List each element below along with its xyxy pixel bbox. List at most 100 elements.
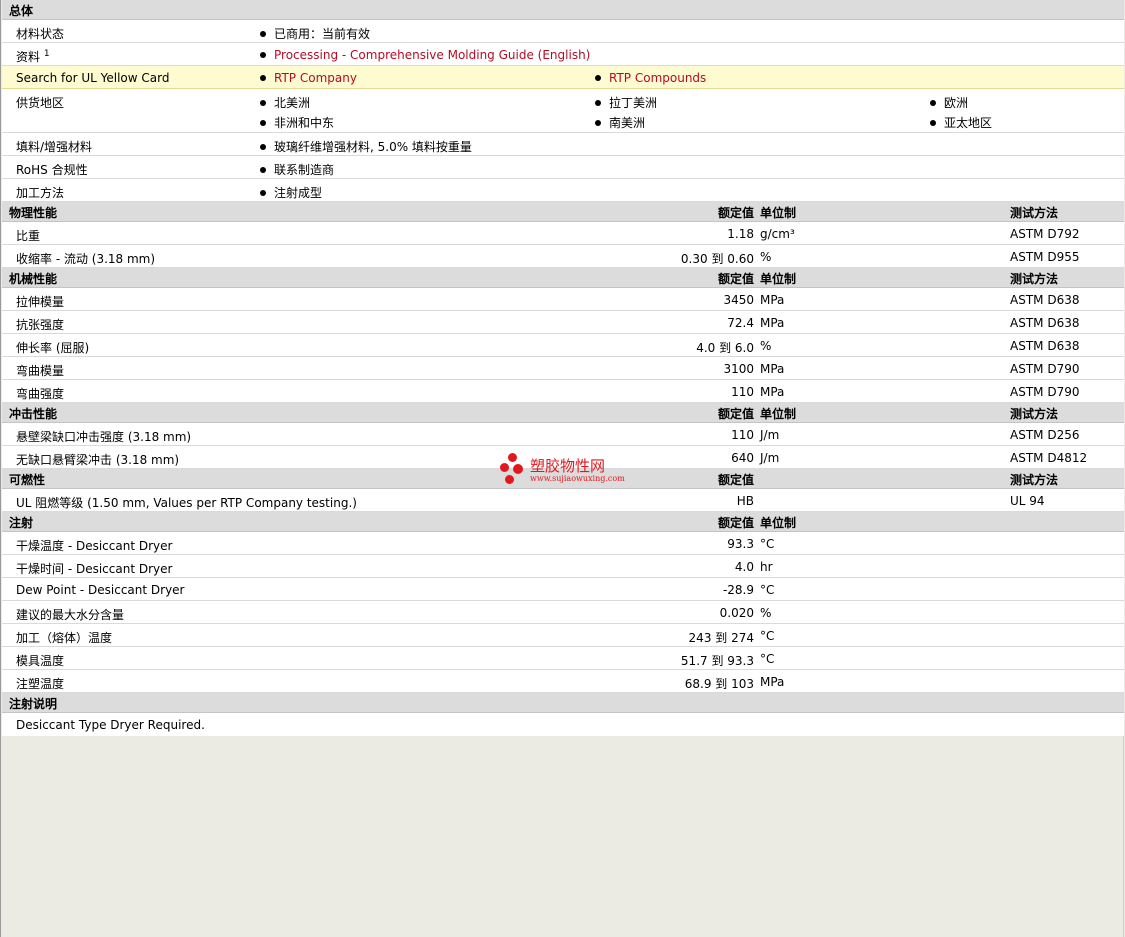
header-rated: 额定值 <box>717 272 754 286</box>
row-filler: 填料/增强材料 玻璃纤维增强材料, 5.0% 填料按重量 <box>2 133 1124 156</box>
note-row: Desiccant Type Dryer Required. <box>2 713 1124 736</box>
property-unit: % <box>760 606 772 620</box>
property-row: 伸长率 (屈服) 4.0 到 6.0% ASTM D638 <box>2 334 1124 357</box>
property-method: ASTM D4812 <box>1010 451 1088 465</box>
row-ul-yellow-card: Search for UL Yellow Card RTP Company RT… <box>2 66 1124 89</box>
property-method: ASTM D790 <box>1010 362 1080 376</box>
property-unit: MPa <box>760 316 785 330</box>
row-label: 填料/增强材料 <box>16 140 93 154</box>
property-row: 干燥温度 - Desiccant Dryer 93.3 °C <box>2 532 1124 555</box>
bullet-icon <box>260 52 266 58</box>
property-row: 悬壁梁缺口冲击强度 (3.18 mm) 110 J/m ASTM D256 <box>2 423 1124 446</box>
section-impact: 冲击性能 额定值 单位制 测试方法 <box>2 403 1124 423</box>
property-value: HB <box>736 494 754 508</box>
logo-dot-icon <box>513 464 523 474</box>
header-unit: 单位制 <box>760 407 797 421</box>
property-name: 抗张强度 <box>16 318 65 332</box>
property-name: 比重 <box>16 229 41 243</box>
header-method: 测试方法 <box>1010 407 1059 421</box>
property-row: 弯曲强度 110 MPa ASTM D790 <box>2 380 1124 403</box>
property-row: 注塑温度 68.9 到 103 MPa <box>2 670 1124 693</box>
property-name: 干燥时间 - Desiccant Dryer <box>16 562 173 576</box>
region-item: 亚太地区 <box>930 114 992 131</box>
property-name: Dew Point - Desiccant Dryer <box>16 583 185 597</box>
property-unit: MPa <box>760 385 785 399</box>
property-row: 干燥时间 - Desiccant Dryer 4.0 hr <box>2 555 1124 578</box>
property-name: 建议的最大水分含量 <box>16 608 125 622</box>
header-rated: 额定值 <box>717 206 754 220</box>
property-value: 72.4 <box>727 316 754 330</box>
logo-dot-icon <box>508 453 517 462</box>
property-method: ASTM D638 <box>1010 339 1080 353</box>
property-name: 拉伸模量 <box>16 295 65 309</box>
section-title: 冲击性能 <box>9 407 58 421</box>
section-title: 总体 <box>9 4 34 18</box>
bullet-icon <box>595 100 601 106</box>
property-value: 68.9 到 103 <box>684 677 754 691</box>
rohs-value: 联系制造商 <box>260 161 334 178</box>
property-row: 比重 1.18 g/cm³ ASTM D792 <box>2 222 1124 245</box>
section-physical: 物理性能 额定值 单位制 测试方法 <box>2 202 1124 222</box>
row-label: 供货地区 <box>16 96 65 110</box>
header-rated: 额定值 <box>717 516 754 530</box>
property-unit: J/m <box>760 451 780 465</box>
row-label: RoHS 合规性 <box>16 163 88 177</box>
property-name: UL 阻燃等级 (1.50 mm, Values per RTP Company… <box>16 496 357 510</box>
bullet-icon <box>930 120 936 126</box>
property-row: 加工（熔体）温度 243 到 274 °C <box>2 624 1124 647</box>
property-method: ASTM D790 <box>1010 385 1080 399</box>
property-name: 伸长率 (屈服) <box>16 341 90 355</box>
row-supply-region: 供货地区 北美洲 拉丁美洲 欧洲 非洲和中东 南美洲 亚太地区 <box>2 89 1124 133</box>
rtp-compounds-link[interactable]: RTP Compounds <box>595 71 706 85</box>
section-title: 注射 <box>9 516 34 530</box>
property-row: 抗张强度 72.4 MPa ASTM D638 <box>2 311 1124 334</box>
property-method: ASTM D638 <box>1010 316 1080 330</box>
bullet-icon <box>260 100 266 106</box>
region-item: 非洲和中东 <box>260 114 334 131</box>
property-value: 3450 <box>723 293 754 307</box>
bullet-icon <box>260 144 266 150</box>
property-value: -28.9 <box>722 583 754 597</box>
property-unit: °C <box>760 537 775 551</box>
row-rohs: RoHS 合规性 联系制造商 <box>2 156 1124 179</box>
property-unit: °C <box>760 652 775 666</box>
property-unit: hr <box>760 560 773 574</box>
property-method: ASTM D955 <box>1010 250 1080 264</box>
property-value: 0.020 <box>719 606 754 620</box>
row-label: 资料 1 <box>16 49 50 64</box>
bullet-icon <box>930 100 936 106</box>
property-value: 4.0 <box>734 560 754 574</box>
property-name: 干燥温度 - Desiccant Dryer <box>16 539 173 553</box>
bullet-icon <box>595 75 601 81</box>
property-unit: g/cm³ <box>760 227 795 241</box>
region-item: 欧洲 <box>930 94 968 111</box>
bullet-icon <box>260 75 266 81</box>
property-method: ASTM D792 <box>1010 227 1080 241</box>
rtp-company-link[interactable]: RTP Company <box>260 71 357 85</box>
bullet-icon <box>260 120 266 126</box>
property-value: 243 到 274 <box>688 631 754 645</box>
property-value: 93.3 <box>727 537 754 551</box>
section-general: 总体 <box>2 0 1124 20</box>
bullet-icon <box>260 190 266 196</box>
property-unit: MPa <box>760 675 785 689</box>
property-row: 弯曲模量 3100 MPa ASTM D790 <box>2 357 1124 380</box>
region-item: 北美洲 <box>260 94 310 111</box>
watermark-logo: 塑胶物性网 www.sujiaowuxing.com <box>500 453 640 487</box>
row-label: 材料状态 <box>16 27 65 41</box>
property-unit: MPa <box>760 362 785 376</box>
section-title: 机械性能 <box>9 272 58 286</box>
property-method: UL 94 <box>1010 494 1045 508</box>
header-method: 测试方法 <box>1010 272 1059 286</box>
section-title: 可燃性 <box>9 473 46 487</box>
processing-guide-link[interactable]: Processing - Comprehensive Molding Guide… <box>260 48 590 62</box>
row-label: 加工方法 <box>16 186 65 200</box>
property-row: UL 阻燃等级 (1.50 mm, Values per RTP Company… <box>2 489 1124 512</box>
region-item: 拉丁美洲 <box>595 94 657 111</box>
property-name: 悬壁梁缺口冲击强度 (3.18 mm) <box>16 430 192 444</box>
property-name: 注塑温度 <box>16 677 65 691</box>
property-value: 3100 <box>723 362 754 376</box>
property-name: 弯曲强度 <box>16 387 65 401</box>
property-value: 110 <box>731 428 754 442</box>
logo-dot-icon <box>500 463 509 472</box>
